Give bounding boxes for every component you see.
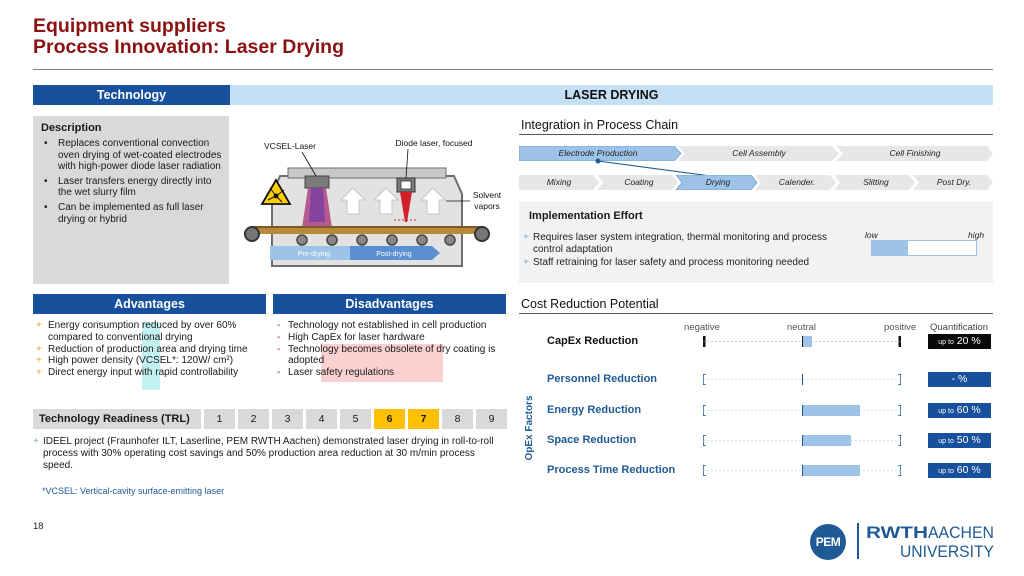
trl-level-8: 8 xyxy=(442,409,473,429)
description-list: Replaces conventional convection oven dr… xyxy=(41,138,223,225)
laser-dryer-diagram: Pre-drying Post-drying VCSEL-Laser Diode… xyxy=(244,138,502,267)
description-bullet: Replaces conventional convection oven dr… xyxy=(41,138,223,173)
vcsel-footnote: *VCSEL: Vertical-cavity surface-emitting… xyxy=(42,486,225,496)
effort-bar-fill xyxy=(872,241,909,255)
description-title: Description xyxy=(41,122,102,134)
trl-level-6: 6 xyxy=(374,409,405,429)
personnel-reduction-scale xyxy=(703,374,901,385)
implementation-list: Requires laser system integration, therm… xyxy=(523,232,858,270)
disadvantages-header: Disadvantages xyxy=(273,294,506,314)
process-chain-divider xyxy=(519,134,993,135)
space-reduction-scale xyxy=(703,435,901,446)
effort-high-label: high xyxy=(968,230,985,240)
implementation-bullet: Requires laser system integration, therm… xyxy=(523,232,858,256)
implementation-bullet: Staff retraining for laser safety and pr… xyxy=(523,257,858,269)
advantage-item: Reduction of production area and drying … xyxy=(36,344,268,356)
description-box: Description Replaces conventional convec… xyxy=(33,116,229,284)
diode-laser-label: Diode laser, focused xyxy=(395,138,472,148)
post-drying-label: Post-drying xyxy=(376,251,412,258)
implementation-title: Implementation Effort xyxy=(529,210,643,222)
advantages-header: Advantages xyxy=(33,294,266,314)
process-time-reduction-quantification: up to 60 % xyxy=(928,463,991,478)
disadvantages-list: Technology not established in cell produ… xyxy=(276,320,508,379)
opex-factors-label: OpEx Factors xyxy=(524,395,535,460)
space-reduction-fill xyxy=(802,435,851,446)
energy-reduction-label: Energy Reduction xyxy=(547,404,642,416)
disadvantage-item: Technology becomes obsolete of dry coati… xyxy=(276,344,508,368)
rwth-logo: RWTH AACHEN UNIVERSITY xyxy=(866,523,994,561)
axis-neutral: neutral xyxy=(787,322,817,333)
step-drying: Drying xyxy=(705,177,731,187)
svg-text:UNIVERSITY: UNIVERSITY xyxy=(900,542,994,561)
trl-label: Technology Readiness (TRL) xyxy=(33,409,201,429)
solvent-label: Solvent xyxy=(473,190,502,200)
advantage-item: High power density (VCSEL*: 120W/ cm²) xyxy=(36,355,268,367)
svg-text:AACHEN: AACHEN xyxy=(928,523,994,542)
page-title: Equipment suppliers Process Innovation: … xyxy=(33,16,344,58)
trl-level-7: 7 xyxy=(408,409,439,429)
energy-reduction-fill xyxy=(802,405,860,416)
step-calender: Calender. xyxy=(778,177,816,187)
process-time-reduction-fill xyxy=(802,465,860,476)
trl-level-5: 5 xyxy=(340,409,371,429)
trl-level-3: 3 xyxy=(272,409,303,429)
process-time-reduction-scale xyxy=(703,465,901,476)
effort-low-label: low xyxy=(865,230,878,240)
description-bullet: Laser transfers energy directly into the… xyxy=(41,176,223,199)
vcsel-label: VCSEL-Laser xyxy=(264,141,316,151)
technology-header: Technology xyxy=(33,85,230,105)
laser-drying-illustration: Pre-drying Post-drying VCSEL-Laser Diode… xyxy=(232,116,504,284)
personnel-reduction-quantification: - % xyxy=(928,372,991,387)
axis-quantification: Quantification xyxy=(930,322,989,333)
implementation-effort-box: Implementation Effort Requires laser sys… xyxy=(519,202,993,283)
logo-separator xyxy=(857,523,859,559)
title-line-1: Equipment suppliers xyxy=(33,15,226,37)
disadvantage-item: Technology not established in cell produ… xyxy=(276,320,508,332)
title-divider xyxy=(33,69,993,70)
effort-bar xyxy=(871,240,977,256)
step-post-dry: Post Dry. xyxy=(936,177,972,187)
process-chain-title: Integration in Process Chain xyxy=(521,118,679,132)
trl-note: IDEEL project (Fraunhofer ILT, Laserline… xyxy=(33,436,503,471)
advantages-list: Energy consumption reduced by over 60% c… xyxy=(36,320,268,379)
laser-drying-header: LASER DRYING xyxy=(230,85,993,105)
step-mixing: Mixing xyxy=(546,177,572,187)
svg-text:OpEx Factors: OpEx Factors xyxy=(524,395,535,460)
step-coating: Coating xyxy=(624,177,654,187)
process-chain-steps-row: Mixing Coating Drying Calender. Slitting… xyxy=(519,175,993,190)
disadvantage-item: Laser safety regulations xyxy=(276,367,508,379)
vapors-label: vapors xyxy=(474,201,500,211)
step-slitting: Slitting xyxy=(863,177,889,187)
svg-text:RWTH: RWTH xyxy=(866,523,928,542)
advantage-item: Energy consumption reduced by over 60% c… xyxy=(36,320,268,344)
personnel-reduction-label: Personnel Reduction xyxy=(547,373,658,385)
cost-reduction-divider xyxy=(519,313,993,314)
trl-level-4: 4 xyxy=(306,409,337,429)
trl-level-9: 9 xyxy=(476,409,507,429)
chain-cell-finishing: Cell Finishing xyxy=(889,148,941,158)
capex-quantification: up to 20 % xyxy=(928,334,991,349)
axis-positive: positive xyxy=(884,322,917,333)
axis-negative: negative xyxy=(684,322,720,333)
title-line-2: Process Innovation: Laser Drying xyxy=(33,36,345,58)
trl-level-1: 1 xyxy=(204,409,235,429)
energy-reduction-quantification: up to 60 % xyxy=(928,403,991,418)
capex-label: CapEx Reduction xyxy=(547,335,639,347)
capex-scale-fill xyxy=(802,336,812,347)
space-reduction-quantification: up to 50 % xyxy=(928,433,991,448)
advantage-item: Direct energy input with rapid controlla… xyxy=(36,367,268,379)
pem-logo: PEM xyxy=(810,524,846,560)
page-number: 18 xyxy=(33,521,44,532)
description-bullet: Can be implemented as full laser drying … xyxy=(41,202,223,225)
energy-reduction-scale xyxy=(703,405,901,416)
trl-level-2: 2 xyxy=(238,409,269,429)
space-reduction-label: Space Reduction xyxy=(547,434,637,446)
process-time-reduction-label: Process Time Reduction xyxy=(547,464,676,476)
disadvantage-item: High CapEx for laser hardware xyxy=(276,332,508,344)
capex-scale xyxy=(703,336,901,347)
pre-drying-label: Pre-drying xyxy=(298,251,330,258)
cost-reduction-title: Cost Reduction Potential xyxy=(521,297,659,311)
